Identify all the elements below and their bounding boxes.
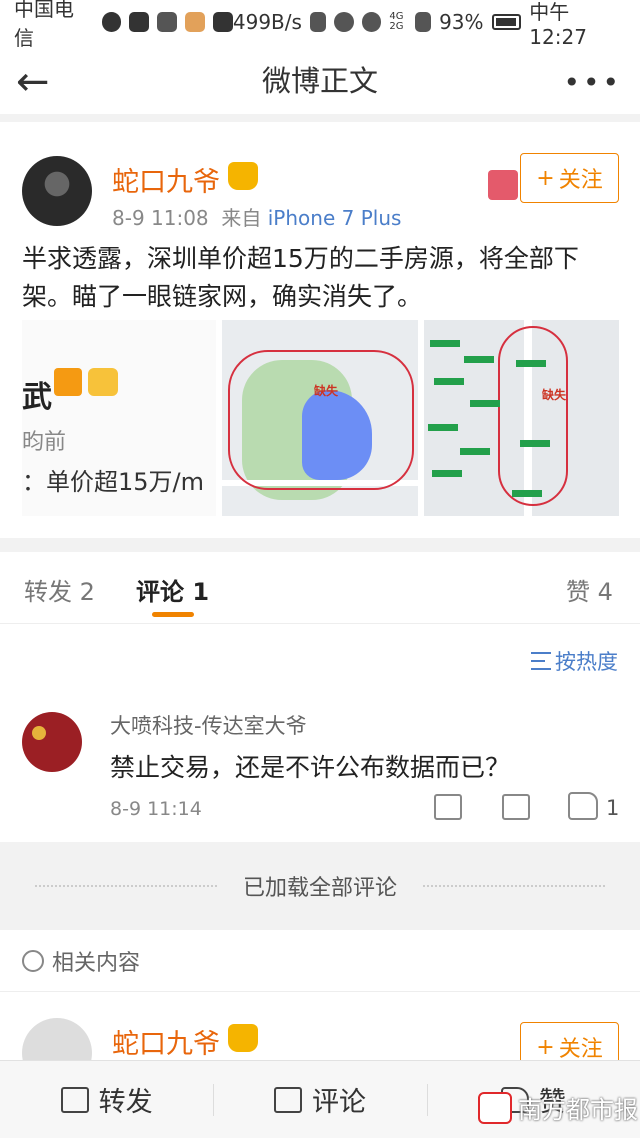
listing-tag <box>434 378 464 385</box>
comment-item: 大喷科技-传达室大爷 禁止交易，还是不许公布数据而已？ 8-9 11:14 1 <box>0 700 640 838</box>
comment-time: 8-9 11:14 <box>110 798 202 820</box>
verified-icon <box>54 368 82 396</box>
comment-username[interactable]: 大喷科技-传达室大爷 <box>110 710 307 740</box>
listing-tag <box>430 340 460 347</box>
map-boundary <box>498 326 568 506</box>
newspaper-logo-icon <box>478 1091 512 1124</box>
tab-repost[interactable]: 转发 2 <box>24 572 95 607</box>
share-icon[interactable] <box>434 794 462 820</box>
listing-tag <box>432 470 462 477</box>
loaded-label: 已加载全部评论 <box>242 876 397 901</box>
related-header: 相关内容 <box>0 930 640 992</box>
image-text: ：单价超15万/m <box>22 468 205 496</box>
crown-icon <box>88 368 118 396</box>
avatar[interactable] <box>22 156 92 226</box>
listing-tag <box>460 448 490 455</box>
app-icon <box>129 12 150 32</box>
vibrate-icon <box>309 12 326 32</box>
battery-percent: 93% <box>439 10 484 34</box>
network-speed: 499B/s <box>232 10 302 34</box>
app-icon <box>213 12 233 32</box>
follow-label: 关注 <box>558 168 603 193</box>
post-image-map[interactable]: 缺失 <box>424 320 619 516</box>
comment-label: 评论 <box>311 1087 366 1118</box>
watermark: 南方都市报 <box>478 1090 638 1125</box>
divider <box>34 885 217 887</box>
alarm-icon <box>333 12 354 32</box>
listing-tag <box>428 424 458 431</box>
back-arrow-icon[interactable]: ← <box>16 62 62 102</box>
related-icon <box>22 949 44 972</box>
tab-comment[interactable]: 评论 1 <box>136 572 209 607</box>
listing-tag <box>520 440 550 447</box>
more-icon[interactable]: ••• <box>563 66 622 99</box>
crown-icon <box>228 1024 258 1052</box>
divider <box>423 885 605 887</box>
listing-tag <box>470 400 500 407</box>
sort-icon <box>531 652 551 670</box>
battery-icon <box>491 14 522 30</box>
chat-icon <box>101 12 122 32</box>
sort-label: 按热度 <box>555 650 618 674</box>
image-text: 武 <box>22 380 52 415</box>
image-text: 昀前 <box>22 430 67 455</box>
post-image-map[interactable]: 缺失 <box>222 320 418 516</box>
avatar[interactable] <box>22 712 82 772</box>
eye-icon <box>361 12 382 32</box>
follow-button[interactable]: + 关注 <box>520 153 619 203</box>
map-label: 缺失 <box>314 384 339 398</box>
source-prefix: 来自 <box>221 206 262 230</box>
gift-icon <box>488 170 518 200</box>
plus-icon: + <box>536 165 555 191</box>
listing-tag <box>516 360 546 367</box>
post-time: 8-9 11:08 <box>112 206 209 230</box>
listing-tag <box>512 490 542 497</box>
post-device[interactable]: iPhone 7 Plus <box>268 206 402 230</box>
watermark-text: 南方都市报 <box>518 1096 638 1124</box>
clock: 中午12:27 <box>529 0 587 49</box>
listing-tag <box>464 356 494 363</box>
page-title: 微博正文 <box>261 64 378 98</box>
all-comments-loaded: 已加载全部评论 <box>0 842 640 930</box>
repost-button[interactable]: 转发 <box>0 1080 213 1119</box>
sort-by-hot-button[interactable]: 按热度 <box>531 646 618 676</box>
signal-label: 4G 2G <box>389 11 404 32</box>
app-icon <box>185 12 205 32</box>
related-label: 相关内容 <box>52 950 141 976</box>
weibo-post: 蛇口九爷 8-9 11:08 来自 iPhone 7 Plus + 关注 半求透… <box>0 130 640 538</box>
follow-label: 关注 <box>558 1037 603 1060</box>
follow-button[interactable]: + 关注 <box>520 1022 619 1060</box>
comment-like-count: 1 <box>606 796 620 820</box>
app-icon <box>157 12 178 32</box>
avatar[interactable] <box>22 1018 92 1060</box>
post-meta: 8-9 11:08 来自 iPhone 7 Plus <box>112 202 401 231</box>
repost-icon <box>60 1086 89 1113</box>
comment-button[interactable]: 评论 <box>213 1080 426 1119</box>
like-icon[interactable] <box>568 792 598 820</box>
signal-icon <box>415 12 432 32</box>
post-content: 半求透露，深圳单价超15万的二手房源，将全部下架。瞄了一眼链家网，确实消失了。 <box>22 244 579 311</box>
nav-bar: ← 微博正文 ••• <box>0 44 640 122</box>
status-bar: 中国电信 499B/s 4G 2G 93% 中午12:27 <box>0 0 640 50</box>
reply-icon[interactable] <box>502 794 530 820</box>
related-post[interactable]: 蛇口九爷 + 关注 <box>0 1000 640 1060</box>
post-username[interactable]: 蛇口九爷 <box>112 1022 220 1060</box>
map-boundary <box>228 350 414 490</box>
post-image-screenshot[interactable]: 武 昀前 ：单价超15万/m <box>22 320 216 516</box>
tab-like[interactable]: 赞 4 <box>566 572 613 607</box>
tab-indicator <box>152 612 194 617</box>
crown-icon <box>228 162 258 190</box>
comment-icon <box>273 1086 302 1113</box>
map-label: 缺失 <box>542 388 567 402</box>
section-divider <box>0 538 640 552</box>
repost-label: 转发 <box>98 1087 153 1118</box>
tab-bar: 转发 2 评论 1 赞 4 <box>0 552 640 624</box>
plus-icon: + <box>536 1034 555 1060</box>
comment-text: 禁止交易，还是不许公布数据而已？ <box>110 753 511 782</box>
post-username[interactable]: 蛇口九爷 <box>112 160 220 199</box>
